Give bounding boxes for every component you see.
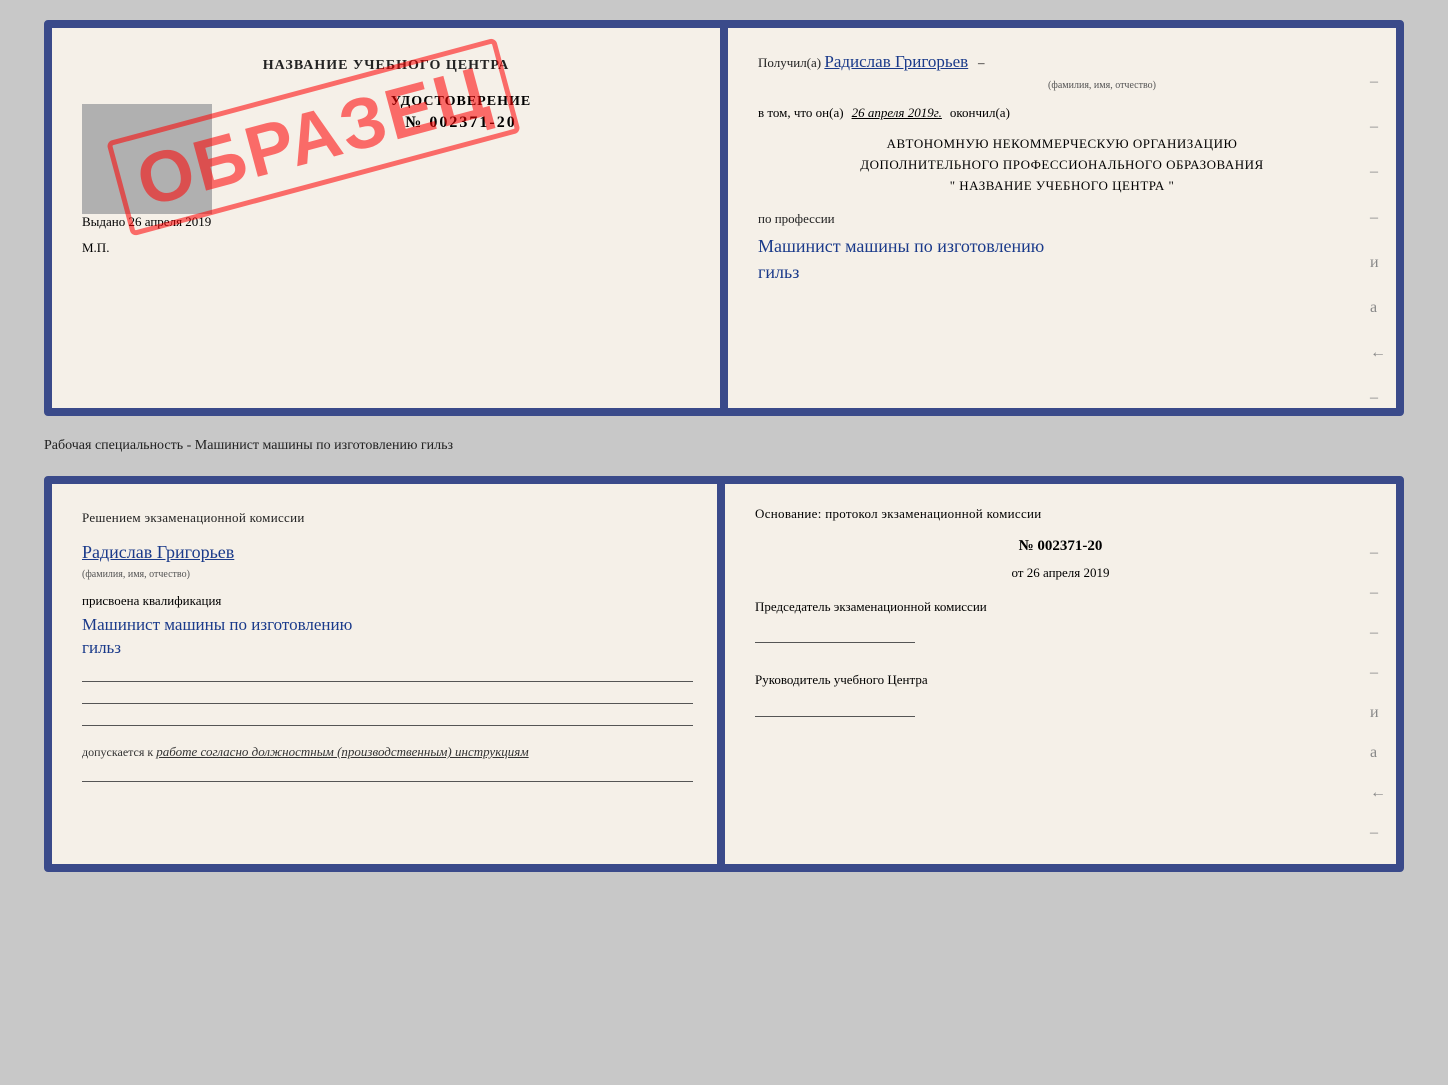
top-document: НАЗВАНИЕ УЧЕБНОГО ЦЕНТРА УДОСТОВЕРЕНИЕ №…: [44, 20, 1404, 416]
underline3: [82, 708, 693, 726]
bottom-right-page: Основание: протокол экзаменационной коми…: [725, 484, 1396, 864]
profession-block: по профессии Машинист машины по изготовл…: [758, 208, 1366, 284]
org-block: АВТОНОМНУЮ НЕКОММЕРЧЕСКУЮ ОРГАНИЗАЦИЮ ДО…: [758, 134, 1366, 196]
chairman-block: Председатель экзаменационной комиссии: [755, 597, 1366, 651]
bottom-document: Решением экзаменационной комиссии Радисл…: [44, 476, 1404, 872]
org-line1: АВТОНОМНУЮ НЕКОММЕРЧЕСКУЮ ОРГАНИЗАЦИЮ: [758, 134, 1366, 155]
completed-suffix: окончил(а): [950, 102, 1010, 124]
completed-prefix: в том, что он(а): [758, 102, 844, 124]
right-side-dashes: – – – – и а ← – –: [1370, 68, 1386, 416]
qualification-label: присвоена квалификация: [82, 593, 693, 609]
profession-hw1: Машинист машины по изготовлению: [758, 236, 1044, 256]
org-line3: " НАЗВАНИЕ УЧЕБНОГО ЦЕНТРА ": [758, 176, 1366, 197]
right-dashes-bottom: – – – – и а ← – –: [1370, 544, 1386, 872]
qualification-hw2: гильз: [82, 638, 121, 657]
basis-title: Основание: протокол экзаменационной коми…: [755, 504, 1366, 524]
chairman-title: Председатель экзаменационной комиссии: [755, 597, 1366, 618]
photo-placeholder: [82, 104, 212, 214]
profession-handwritten: Машинист машины по изготовлению гильз: [758, 234, 1366, 284]
recipient-name: Радислав Григорьев: [824, 52, 968, 71]
bottom-left-page: Решением экзаменационной комиссии Радисл…: [52, 484, 717, 864]
date-prefix: от: [1011, 565, 1023, 580]
protocol-number: № 002371-20: [755, 538, 1366, 555]
head-sign-line: [755, 699, 915, 717]
top-right-page: Получил(а) Радислав Григорьев – (фамилия…: [728, 28, 1396, 408]
top-center-name: НАЗВАНИЕ УЧЕБНОГО ЦЕНТРА: [82, 58, 690, 74]
issued-date: 26 апреля 2019: [129, 214, 212, 229]
top-divider: [720, 28, 728, 408]
allow-prefix: допускается к: [82, 745, 153, 759]
head-block: Руководитель учебного Центра: [755, 670, 1366, 724]
bottom-profession: Машинист машины по изготовлению гильз: [82, 613, 693, 661]
allow-hw: работе согласно должностным (производств…: [156, 744, 528, 759]
bottom-divider: [717, 484, 725, 864]
specialty-label: Рабочая специальность - Машинист машины …: [44, 434, 1404, 458]
qualification-hw1: Машинист машины по изготовлению: [82, 615, 352, 634]
chairman-sign-line: [755, 625, 915, 643]
head-title: Руководитель учебного Центра: [755, 670, 1366, 691]
mp-label: М.П.: [82, 240, 690, 256]
protocol-date: от 26 апреля 2019: [755, 565, 1366, 581]
allow-line: допускается к работе согласно должностны…: [82, 744, 693, 760]
bottom-name-sublabel: (фамилия, имя, отчество): [82, 569, 190, 580]
profession-label: по профессии: [758, 208, 1366, 230]
bottom-person-name: Радислав Григорьев: [82, 542, 693, 563]
underline2: [82, 686, 693, 704]
issued-label: Выдано: [82, 214, 125, 229]
date-value: 26 апреля 2019: [1027, 565, 1110, 580]
profession-hw2: гильз: [758, 262, 799, 282]
underline1: [82, 664, 693, 682]
name-sublabel: (фамилия, имя, отчество): [838, 77, 1366, 94]
org-line2: ДОПОЛНИТЕЛЬНОГО ПРОФЕССИОНАЛЬНОГО ОБРАЗО…: [758, 155, 1366, 176]
top-left-page: НАЗВАНИЕ УЧЕБНОГО ЦЕНТРА УДОСТОВЕРЕНИЕ №…: [52, 28, 720, 408]
received-label: Получил(а): [758, 55, 821, 70]
underline4: [82, 764, 693, 782]
bottom-section-title: Решением экзаменационной комиссии: [82, 508, 693, 528]
completed-line: в том, что он(а) 26 апреля 2019г. окончи…: [758, 102, 1366, 124]
cert-issued: Выдано 26 апреля 2019: [82, 214, 690, 230]
recipient-line: Получил(а) Радислав Григорьев – (фамилия…: [758, 48, 1366, 94]
completed-date: 26 апреля 2019г.: [852, 102, 942, 124]
